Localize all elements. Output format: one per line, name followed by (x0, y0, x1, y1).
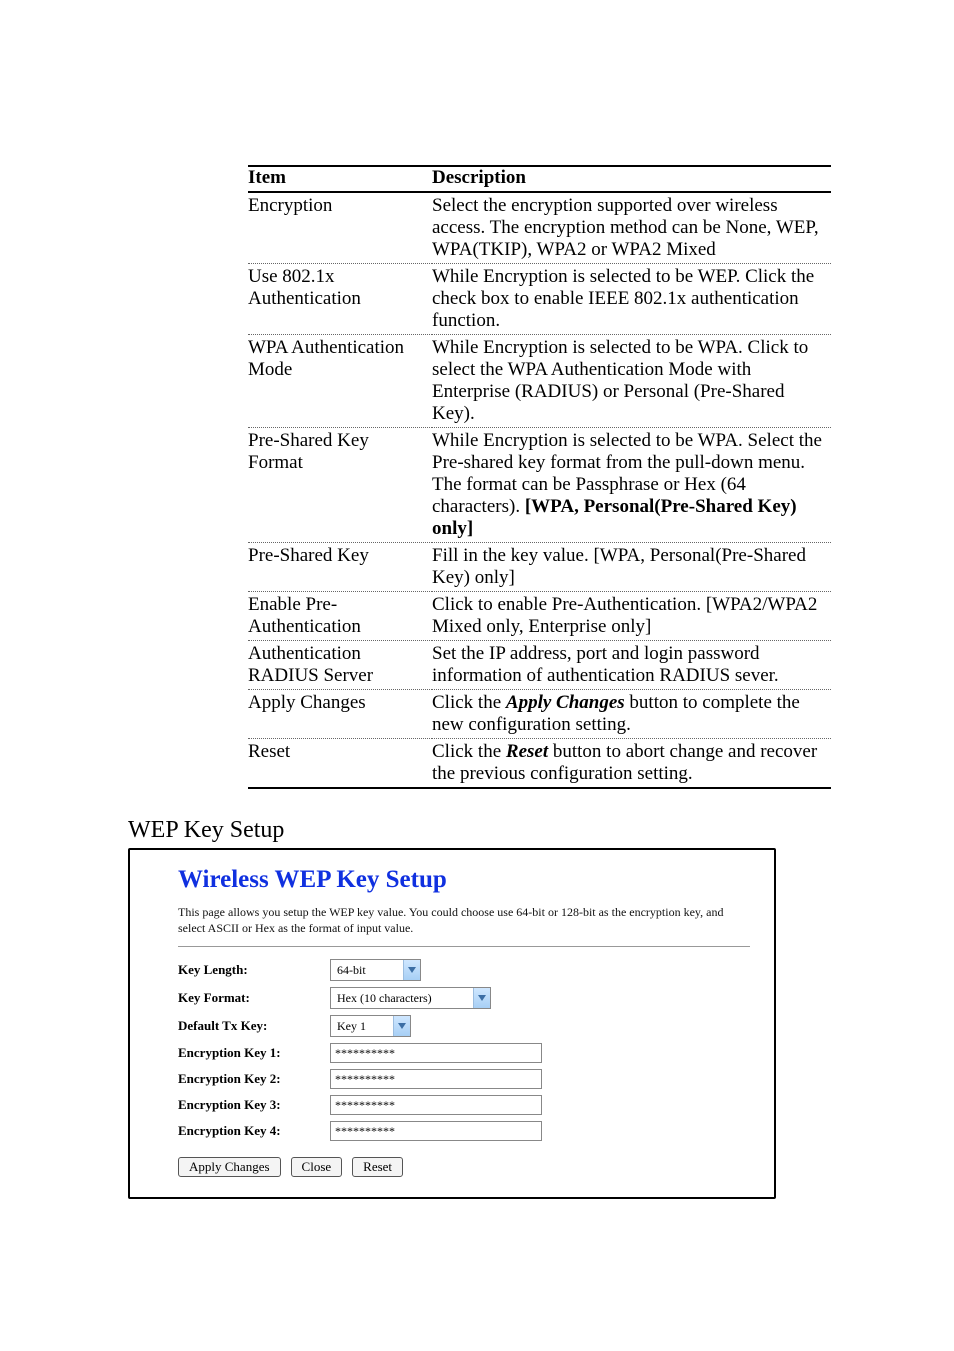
item-cell: Encryption (248, 192, 432, 264)
row-default-tx: Default Tx Key: Key 1 (178, 1015, 750, 1037)
item-cell: Pre-Shared Key (248, 543, 432, 592)
label-key-length: Key Length: (178, 962, 330, 978)
item-cell: Authentication RADIUS Server (248, 641, 432, 690)
desc-text: Click the (432, 692, 506, 713)
desc-cell: Click to enable Pre-Authentication. [WPA… (432, 592, 831, 641)
label-key2: Encryption Key 2: (178, 1071, 330, 1087)
row-key-length: Key Length: 64-bit (178, 959, 750, 981)
input-key2[interactable] (330, 1069, 542, 1089)
label-key3: Encryption Key 3: (178, 1097, 330, 1113)
wep-setup-panel: Wireless WEP Key Setup This page allows … (128, 848, 776, 1199)
label-default-tx: Default Tx Key: (178, 1018, 330, 1034)
item-cell: Use 802.1x Authentication (248, 264, 432, 335)
apply-changes-button[interactable]: Apply Changes (178, 1157, 281, 1177)
reset-button[interactable]: Reset (352, 1157, 403, 1177)
row-key-format: Key Format: Hex (10 characters) (178, 987, 750, 1009)
desc-cell: While Encryption is selected to be WPA. … (432, 428, 831, 543)
chevron-down-icon (393, 1016, 410, 1036)
item-cell: WPA Authentication Mode (248, 335, 432, 428)
select-key-format[interactable]: Hex (10 characters) (330, 987, 491, 1009)
header-item: Item (248, 166, 432, 192)
header-description: Description (432, 166, 831, 192)
chevron-down-icon (403, 960, 420, 980)
table-row: Enable Pre-Authentication Click to enabl… (248, 592, 831, 641)
select-value: Hex (10 characters) (331, 991, 473, 1006)
item-cell: Apply Changes (248, 690, 432, 739)
input-key4[interactable] (330, 1121, 542, 1141)
settings-table: Item Description Encryption Select the e… (248, 165, 831, 789)
table-row: Authentication RADIUS Server Set the IP … (248, 641, 831, 690)
select-value: Key 1 (331, 1019, 393, 1034)
chevron-down-icon (473, 988, 490, 1008)
desc-cell: Fill in the key value. [WPA, Personal(Pr… (432, 543, 831, 592)
label-key4: Encryption Key 4: (178, 1123, 330, 1139)
item-cell: Enable Pre-Authentication (248, 592, 432, 641)
table-row: Apply Changes Click the Apply Changes bu… (248, 690, 831, 739)
item-cell: Pre-Shared Key Format (248, 428, 432, 543)
table-row: Encryption Select the encryption support… (248, 192, 831, 264)
panel-intro: This page allows you setup the WEP key v… (178, 904, 750, 947)
select-default-tx[interactable]: Key 1 (330, 1015, 411, 1037)
row-key4: Encryption Key 4: (178, 1121, 750, 1141)
desc-cell: Click the Apply Changes button to comple… (432, 690, 831, 739)
row-key3: Encryption Key 3: (178, 1095, 750, 1115)
desc-text: Click the (432, 741, 506, 762)
select-key-length[interactable]: 64-bit (330, 959, 421, 981)
row-key2: Encryption Key 2: (178, 1069, 750, 1089)
label-key1: Encryption Key 1: (178, 1045, 330, 1061)
item-cell: Reset (248, 739, 432, 789)
desc-bold-italic: Reset (506, 741, 548, 762)
desc-bold-italic: Apply Changes (506, 692, 625, 713)
desc-cell: Set the IP address, port and login passw… (432, 641, 831, 690)
desc-cell: While Encryption is selected to be WPA. … (432, 335, 831, 428)
table-row: WPA Authentication Mode While Encryption… (248, 335, 831, 428)
table-row: Pre-Shared Key Fill in the key value. [W… (248, 543, 831, 592)
desc-cell: While Encryption is selected to be WEP. … (432, 264, 831, 335)
table-row: Use 802.1x Authentication While Encrypti… (248, 264, 831, 335)
select-value: 64-bit (331, 963, 403, 978)
panel-title: Wireless WEP Key Setup (178, 866, 750, 894)
table-row: Pre-Shared Key Format While Encryption i… (248, 428, 831, 543)
close-button[interactable]: Close (291, 1157, 343, 1177)
table-row: Reset Click the Reset button to abort ch… (248, 739, 831, 789)
desc-cell: Click the Reset button to abort change a… (432, 739, 831, 789)
input-key1[interactable] (330, 1043, 542, 1063)
label-key-format: Key Format: (178, 990, 330, 1006)
wep-section-title: WEP Key Setup (128, 817, 834, 844)
input-key3[interactable] (330, 1095, 542, 1115)
button-row: Apply Changes Close Reset (178, 1157, 750, 1177)
row-key1: Encryption Key 1: (178, 1043, 750, 1063)
desc-cell: Select the encryption supported over wir… (432, 192, 831, 264)
